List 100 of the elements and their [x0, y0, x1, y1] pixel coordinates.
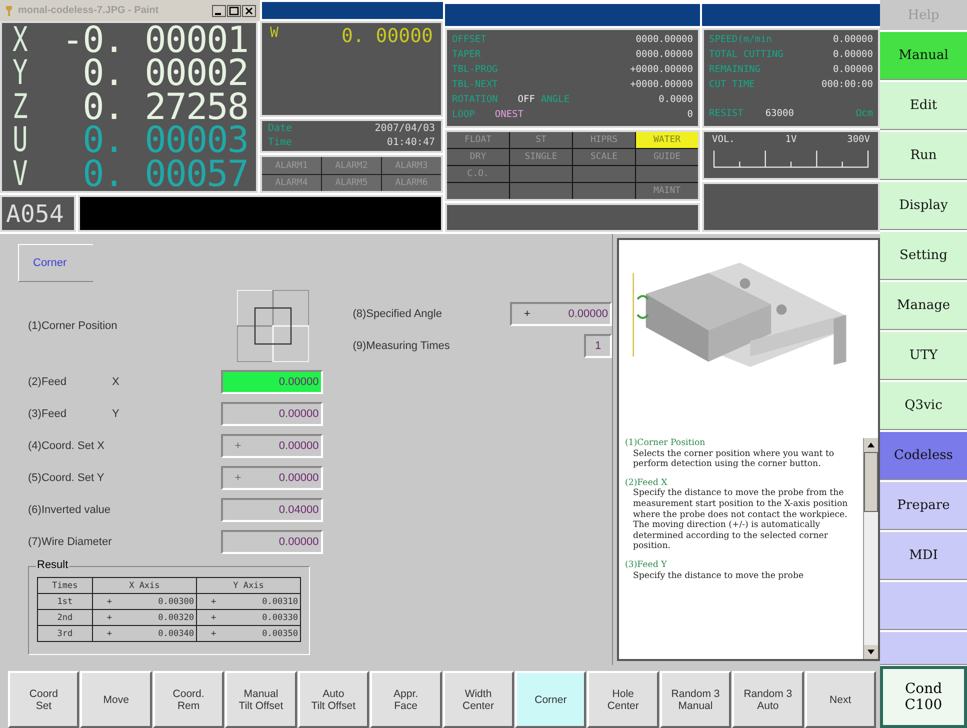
maximize-button[interactable] [227, 4, 241, 17]
mode-button[interactable]: Setting [880, 231, 967, 280]
function-key[interactable]: Random 3 Manual [660, 671, 732, 728]
status-lamp: FLOAT [447, 132, 509, 148]
info-value: 0.00000 [832, 48, 873, 62]
value-field[interactable]: 0.00000 [220, 530, 323, 554]
info-label: ROTATION [452, 93, 498, 107]
field-label: (4)Coord. Set X [28, 440, 104, 452]
info-value: 0.00000 [832, 63, 873, 77]
mode-button[interactable]: Display [880, 181, 967, 230]
function-key[interactable]: Hole Center [587, 671, 659, 728]
axis-label: Y [12, 57, 28, 90]
field-label: (9)Measuring Times [352, 340, 450, 352]
help-heading: (3)Feed Y [625, 560, 668, 571]
meter-label: 1V [785, 134, 797, 145]
info-value: 0000.00000 [636, 48, 693, 62]
function-key[interactable]: Manual Tilt Offset [225, 671, 297, 728]
value-field[interactable]: + 0.00000 [220, 434, 323, 458]
info-value: 000:00:00 [822, 78, 873, 92]
window-title: monal-codeless-7.JPG - Paint [18, 5, 159, 16]
table-cell: + 0.00300 [92, 594, 196, 610]
info-label: TAPER [452, 48, 481, 62]
info-label: REMAINING [709, 63, 760, 77]
column-header: Y Axis [196, 578, 300, 594]
field-label: (1)Corner Position [28, 320, 118, 332]
mode-button[interactable]: Prepare [880, 481, 967, 530]
help-text: Specify the distance to move the probe from the measurement start position to the X-axis position where the probe does not contact the workpiece. The moving direction (+/-) is automatically determined according to the selected corner position. [633, 488, 849, 552]
minimize-button[interactable] [212, 4, 226, 17]
mode-button[interactable]: Manage [880, 281, 967, 330]
function-key[interactable]: Width Center [442, 671, 514, 728]
axis-label: X [12, 24, 28, 57]
info-value: 0.00000 [832, 33, 873, 47]
meter-label: VOL. [712, 134, 735, 145]
field-label: (5)Coord. Set Y [28, 472, 104, 484]
mode-button[interactable]: Run [880, 131, 967, 180]
help-text: Specify the distance to move the probe [633, 570, 805, 582]
mode-button[interactable]: Manual [880, 31, 967, 80]
axis-value: 0. 27258 [82, 90, 248, 124]
mode-button[interactable]: Q3vic [880, 381, 967, 430]
table-cell: + 0.00350 [196, 626, 300, 642]
info-value: 0000.00000 [636, 33, 693, 47]
field-label: (2)Feed [28, 376, 67, 388]
info-state: OFF [518, 93, 535, 107]
axis-label: X [112, 376, 120, 388]
table-cell: + 0.00330 [196, 610, 300, 626]
mode-button[interactable]: Codeless [880, 431, 967, 480]
info-label: ANGLE [540, 93, 570, 107]
axis-value: 0. 00003 [82, 124, 248, 158]
mode-button[interactable]: MDI [880, 531, 967, 580]
mode-button[interactable] [880, 581, 967, 630]
help-heading: (2)Feed X [625, 478, 668, 488]
status-lamp: MAINT [636, 183, 698, 199]
status-lamp: GUIDE [636, 149, 698, 165]
function-key[interactable]: Random 3 Auto [732, 671, 804, 728]
date-label: Date [268, 122, 292, 136]
function-key[interactable]: Next [804, 671, 876, 728]
value-field[interactable]: 0.00000 [220, 370, 323, 394]
info-label: LOOP [452, 108, 475, 122]
meter-label: 300V [847, 134, 870, 145]
axis-value: 0. 00057 [82, 158, 248, 191]
scroll-thumb[interactable] [864, 452, 878, 512]
mode-button[interactable]: Edit [880, 81, 967, 130]
axis-label: U [12, 124, 28, 158]
info-label: CUT TIME [709, 78, 755, 92]
function-key[interactable]: Corner [514, 671, 586, 728]
scroll-up-icon[interactable] [864, 438, 878, 452]
help-text: Selects the corner position where you want to perform detection using the corner button. [633, 448, 836, 470]
table-cell: 3rd [38, 626, 92, 642]
status-lamp: C.O. [447, 166, 509, 182]
info-label: TBL-PROG [452, 63, 498, 77]
function-key[interactable]: Coord Set [8, 671, 80, 728]
info-value: 63000 [765, 107, 794, 121]
axis-value: 0. 00002 [82, 57, 248, 90]
count-field[interactable]: 1 [584, 334, 612, 358]
table-cell: 1st [38, 594, 92, 610]
info-label: OFFSET [452, 33, 486, 47]
value-field[interactable]: + 0.00000 [220, 466, 323, 490]
field-label: (6)Inverted value [28, 504, 111, 516]
function-key[interactable]: Auto Tilt Offset [298, 671, 370, 728]
table-cell: + 0.00320 [92, 610, 196, 626]
function-key[interactable]: Move [80, 671, 152, 728]
scroll-down-icon[interactable] [864, 645, 878, 659]
corner-tab[interactable]: Corner [18, 244, 93, 282]
info-label: RESIST [709, 107, 744, 121]
corner-position-button[interactable] [236, 290, 309, 362]
value-field[interactable]: 0.04000 [220, 498, 323, 522]
info-value: +0000.00000 [630, 63, 693, 77]
function-key[interactable]: Appr. Face [370, 671, 442, 728]
axis-label: W [270, 25, 278, 42]
close-button[interactable] [242, 4, 256, 17]
scrollbar[interactable] [863, 438, 878, 659]
function-key[interactable]: Coord. Rem [152, 671, 224, 728]
info-label: SPEED(m/min [709, 33, 772, 47]
value-field[interactable]: + 0.00000 [510, 302, 612, 326]
info-label: TBL-NEXT [452, 78, 498, 92]
value-field[interactable]: 0.00000 [220, 402, 323, 426]
axis-label: Y [112, 408, 120, 420]
column-header: X Axis [92, 578, 196, 594]
axis-value: 0. 00000 [341, 25, 433, 48]
mode-button[interactable]: UTY [880, 331, 967, 380]
